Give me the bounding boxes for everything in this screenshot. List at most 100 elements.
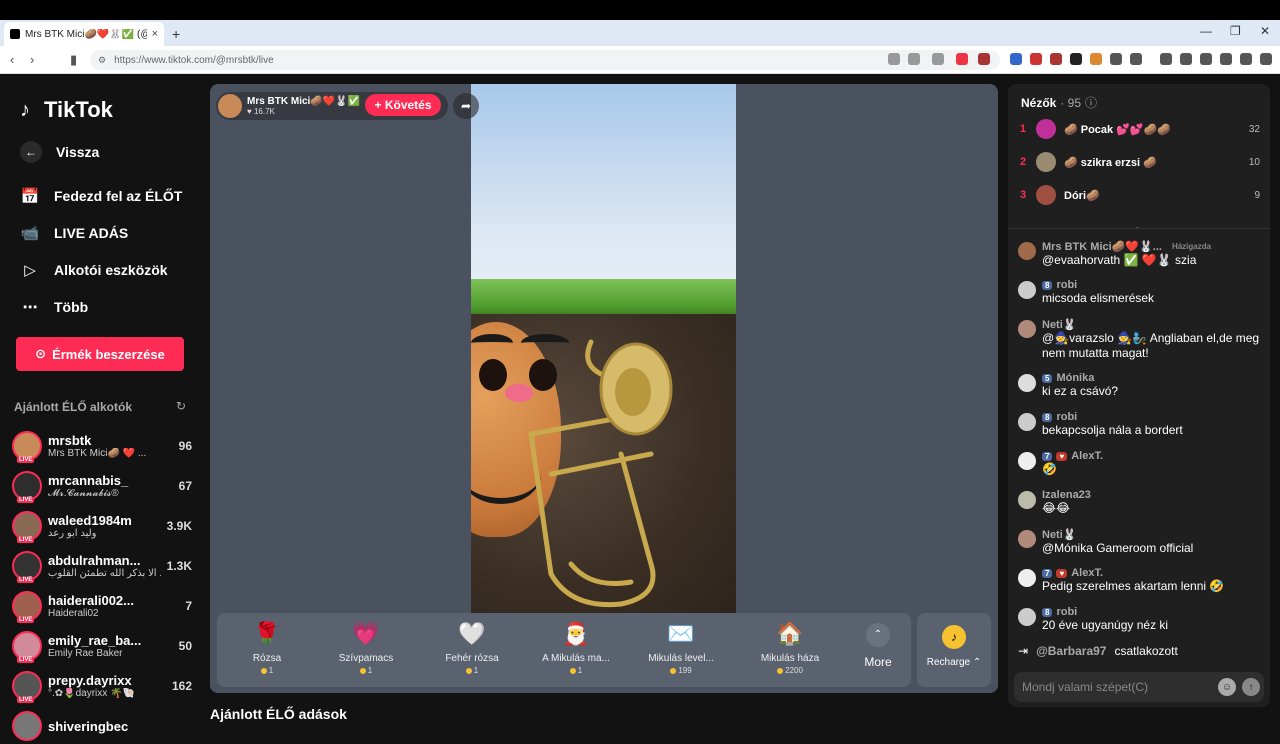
chat-username[interactable]: Izalena23 — [1042, 489, 1091, 501]
chat-username[interactable]: AlexT. — [1071, 450, 1103, 462]
avatar[interactable] — [1018, 491, 1036, 509]
browser-tab[interactable]: Mrs BTK Mici🥔❤️🐰✅ (@m × — [4, 22, 164, 46]
more-gifts-button[interactable]: ⌃ More — [858, 623, 898, 669]
avatar — [1036, 185, 1056, 205]
tiktok-logo[interactable]: ♪ TikTok — [20, 97, 113, 123]
chat-username[interactable]: robi — [1056, 606, 1077, 618]
tab-search-icon[interactable] — [1130, 53, 1142, 65]
restore-icon[interactable]: ❐ — [1230, 24, 1241, 38]
viewer-score: 32 — [1248, 123, 1260, 135]
share-page-icon[interactable] — [932, 53, 944, 65]
gift-white-rose[interactable]: 🤍 Fehér rózsa 1 — [422, 619, 522, 675]
creator-nickname: 𝓜𝓻.𝓒𝓪𝓷𝓷𝓪𝓫𝓲𝓼® — [48, 488, 119, 499]
bookmark-icon[interactable]: ▮ — [70, 52, 77, 68]
url-field[interactable]: ⚙ https://www.tiktok.com/@mrsbtk/live — [90, 50, 1000, 70]
site-info-icon[interactable]: ⚙ — [98, 55, 106, 66]
creator-item[interactable]: LIVE mrcannabis_ 𝓜𝓻.𝓒𝓪𝓷𝓷𝓪𝓫𝓲𝓼® 67 — [12, 468, 192, 504]
gift-rose[interactable]: 🌹 Rózsa 1 — [217, 619, 317, 675]
wallet-icon[interactable] — [1200, 53, 1212, 65]
joined-username[interactable]: @Barbara97 — [1036, 644, 1106, 658]
live-player: Mrs BTK Mici🥔❤️🐰✅ ♥ 16.7K + Követés ➦ 🌹 … — [210, 84, 998, 693]
avatar[interactable] — [1018, 530, 1036, 548]
extension-2-icon[interactable] — [1030, 53, 1042, 65]
extension-3-icon[interactable] — [1050, 53, 1062, 65]
new-tab-button[interactable]: + — [172, 26, 180, 42]
zoom-icon[interactable] — [908, 53, 920, 65]
avatar[interactable] — [1018, 452, 1036, 470]
creator-item[interactable]: LIVE abdulrahman... ألا بذكر الله تطمئن ا… — [12, 548, 192, 584]
avatar[interactable] — [1018, 281, 1036, 299]
extension-5-icon[interactable] — [1090, 53, 1102, 65]
rewards-icon[interactable] — [978, 53, 990, 65]
extension-4-icon[interactable] — [1070, 53, 1082, 65]
extension-1-icon[interactable] — [1010, 53, 1022, 65]
info-icon[interactable]: ⓘ — [1085, 94, 1097, 111]
get-coins-button[interactable]: ⊙ Érmék beszerzése — [16, 337, 184, 371]
url-text: https://www.tiktok.com/@mrsbtk/live — [114, 54, 274, 66]
gift-heart-puff[interactable]: 💗 Szívpamacs 1 — [316, 619, 416, 675]
chevron-down-icon[interactable]: ⌄ — [1134, 222, 1141, 231]
sidebar-item-live-studio[interactable]: 📹 LIVE ADÁS — [20, 224, 129, 242]
avatar[interactable] — [1018, 242, 1036, 260]
avatar[interactable] — [1018, 608, 1036, 626]
vpn-icon[interactable] — [1240, 53, 1252, 65]
gift-santa-letter[interactable]: ✉️ Mikulás level... 199 — [631, 619, 731, 675]
comment-input[interactable]: Mondj valami szépet(C) ☺ ↑ — [1014, 672, 1264, 702]
back-arrow-icon[interactable]: ‹ — [10, 52, 14, 67]
send-icon[interactable]: ↑ — [1242, 678, 1260, 696]
tab-close-icon[interactable]: × — [152, 28, 158, 40]
chat-username[interactable]: Neti🐰 — [1042, 318, 1076, 331]
chat-text: bekapcsolja nála a bordert — [1042, 423, 1183, 437]
menu-icon[interactable] — [1260, 53, 1272, 65]
sidebar-item-more[interactable]: ⋯ Több — [20, 298, 89, 316]
creator-item[interactable]: LIVE prepy.dayrixx °.✿🌷dayrixx 🌴🐚 162 — [12, 668, 192, 704]
sidebar-item-label: Több — [54, 299, 89, 315]
chat-username[interactable]: AlexT. — [1071, 567, 1103, 579]
chat-username[interactable]: robi — [1056, 411, 1077, 423]
creator-item[interactable]: shiveringbec — [12, 708, 192, 744]
creator-item[interactable]: LIVE waleed1984m وليد ابو رعد 3.9K — [12, 508, 192, 544]
creator-nickname: Mrs BTK Mici🥔 ❤️ ... — [48, 448, 147, 459]
translate-icon[interactable] — [888, 53, 900, 65]
avatar[interactable] — [1018, 413, 1036, 431]
avatar[interactable] — [1018, 374, 1036, 392]
avatar[interactable] — [1018, 569, 1036, 587]
back-button[interactable]: ← Vissza — [20, 141, 99, 163]
streamer-avatar[interactable] — [218, 94, 242, 118]
chat-username[interactable]: Mónika — [1056, 372, 1094, 384]
recharge-button[interactable]: ♪ Recharge ⌃ — [917, 613, 991, 687]
sidebar-toggle-icon[interactable] — [1180, 53, 1192, 65]
window-close-icon[interactable]: ✕ — [1260, 24, 1270, 38]
gift-price: 1 — [268, 666, 274, 675]
media-icon[interactable] — [1160, 53, 1172, 65]
chat-username[interactable]: Neti🐰 — [1042, 528, 1076, 541]
creator-item[interactable]: LIVE mrsbtk Mrs BTK Mici🥔 ❤️ ... 96 — [12, 428, 192, 464]
leo-icon[interactable] — [1220, 53, 1232, 65]
gift-name: Szívpamacs — [338, 653, 394, 664]
top-viewer[interactable]: 1 🥔 Pocak 💕💕🥔🥔 32 — [1020, 117, 1260, 141]
emoji-icon[interactable]: ☺ — [1218, 678, 1236, 696]
gift-santa-house[interactable]: 🏠 Mikulás háza 2200 — [740, 619, 840, 675]
sidebar-item-creator-tools[interactable]: ▷ Alkotói eszközök — [20, 261, 167, 279]
coin-icon — [670, 667, 677, 674]
brave-shield-icon[interactable] — [956, 53, 968, 65]
creator-item[interactable]: LIVE haiderali002... Haiderali02 7 — [12, 588, 192, 624]
refresh-icon[interactable]: ↻ — [176, 399, 186, 413]
chat-username[interactable]: Mrs BTK Mici🥔❤️🐰... — [1042, 240, 1162, 253]
chat-username[interactable]: robi — [1056, 279, 1077, 291]
follow-button[interactable]: + Követés — [365, 94, 441, 116]
extensions-icon[interactable] — [1110, 53, 1122, 65]
top-viewer[interactable]: 3 Dóri🥔 9 — [1020, 183, 1260, 207]
minimize-icon[interactable]: — — [1200, 24, 1212, 38]
viewers-title: Nézők — [1021, 95, 1057, 110]
sidebar-item-explore-live[interactable]: 📅 Fedezd fel az ÉLŐT — [20, 187, 183, 205]
heart-puff-gift-icon: 💗 — [352, 621, 380, 646]
share-icon[interactable]: ➦ — [453, 93, 479, 119]
live-video[interactable] — [471, 84, 736, 613]
top-viewer[interactable]: 2 🥔 szikra erzsi 🥔 10 — [1020, 150, 1260, 174]
avatar[interactable] — [1018, 320, 1036, 338]
forward-arrow-icon[interactable]: › — [30, 52, 34, 67]
avatar — [1036, 119, 1056, 139]
gift-santa[interactable]: 🎅 A Mikulás ma... 1 — [526, 619, 626, 675]
creator-item[interactable]: LIVE emily_rae_ba... Emily Rae Baker 50 — [12, 628, 192, 664]
